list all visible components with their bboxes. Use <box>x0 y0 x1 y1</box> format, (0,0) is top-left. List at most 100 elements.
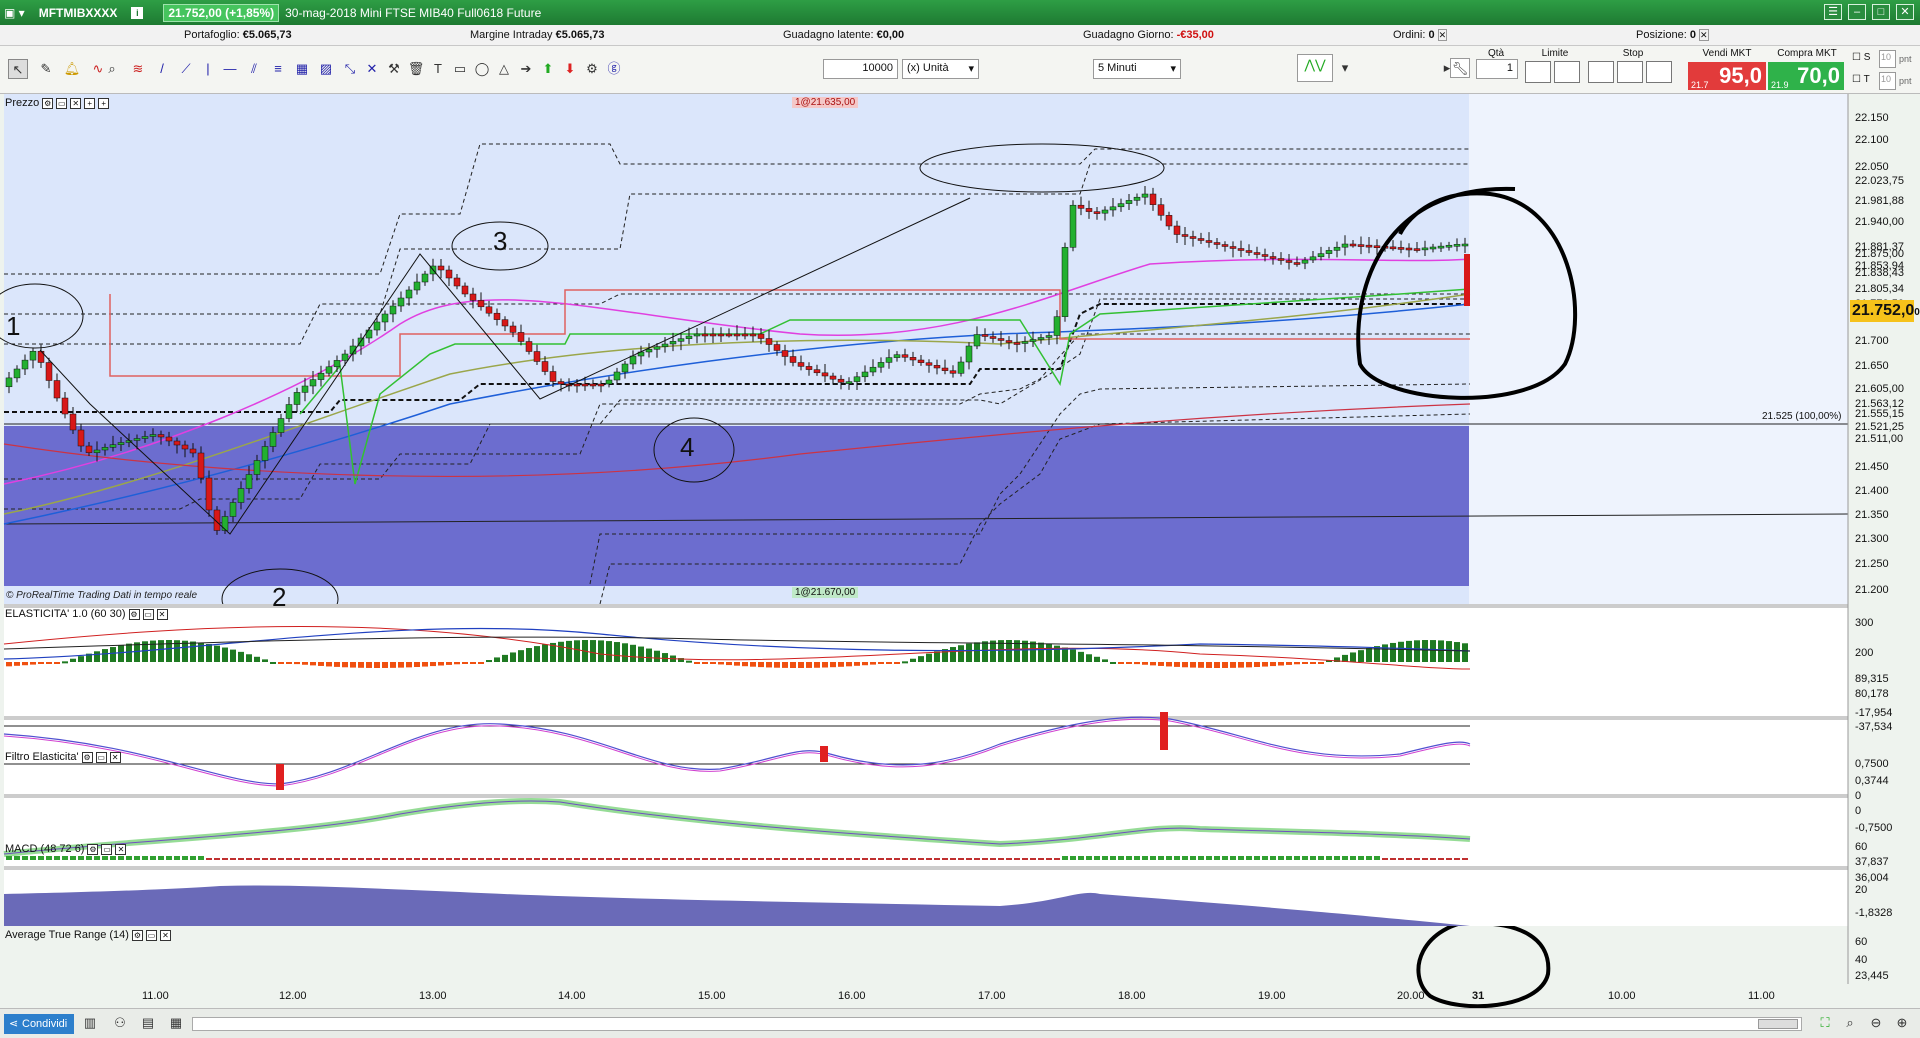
people-icon[interactable]: ⚇ <box>110 1013 130 1033</box>
close-button[interactable]: ✕ <box>1896 4 1914 20</box>
zoom-icon[interactable]: ⌕ <box>102 59 122 79</box>
instrument-symbol[interactable]: MFTMIBXXXX <box>39 6 118 20</box>
arrow-up-icon[interactable]: ⬆ <box>538 59 558 79</box>
pointer-tool-icon[interactable]: ↖ <box>8 59 28 79</box>
candle-body <box>837 378 845 383</box>
s-value-input[interactable]: 10 <box>1879 50 1896 68</box>
arrow-down-icon[interactable]: ⬇ <box>560 59 580 79</box>
posizione-close-icon[interactable]: ✕ <box>1699 29 1709 41</box>
grid-tool-icon[interactable]: ▦ <box>292 59 312 79</box>
scroll-thumb[interactable] <box>1758 1019 1798 1029</box>
wrench-icon[interactable]: ⚙ <box>42 97 54 109</box>
stop-mixed-icon[interactable] <box>1646 61 1672 83</box>
window-icon[interactable]: ▭ <box>56 97 68 109</box>
limit-buy-icon[interactable] <box>1525 61 1551 83</box>
stop-sell-icon[interactable] <box>1617 61 1643 83</box>
magnet-icon[interactable]: ⚒ <box>384 59 404 79</box>
horizontal-line-icon[interactable]: — <box>220 59 240 79</box>
buy-market-button[interactable]: 21.9 70,0 <box>1768 62 1844 90</box>
macd-histogram-bar <box>702 858 708 860</box>
quantity-input[interactable]: 10000 <box>823 59 898 79</box>
timeframe-select[interactable]: 5 Minuti ▾ <box>1093 59 1181 79</box>
maximize-button[interactable]: □ <box>1872 4 1890 20</box>
auto-scale-icon[interactable]: ⛶ <box>1815 1013 1835 1033</box>
elasticita-bar <box>230 649 236 662</box>
indicator-add-icon[interactable]: ▦ <box>166 1013 186 1033</box>
vertical-line-icon[interactable]: | <box>198 59 218 79</box>
strategy-icon[interactable]: ⋀⋁ <box>1297 54 1333 82</box>
unit-select[interactable]: (x) Unità ▾ <box>902 59 979 79</box>
add-icon[interactable]: + <box>84 97 96 109</box>
ordini-close-icon[interactable]: ✕ <box>1437 29 1448 41</box>
gann-icon[interactable]: ▨ <box>316 59 336 79</box>
chart-area[interactable] <box>0 94 1920 1008</box>
close-icon[interactable]: ✕ <box>109 751 121 763</box>
close-icon[interactable]: ✕ <box>70 97 82 109</box>
minimize-button[interactable]: – <box>1848 4 1866 20</box>
trendline-icon[interactable]: / <box>152 59 172 79</box>
alert-bell-icon[interactable]: 🔔︎ <box>62 59 82 79</box>
t-option[interactable]: ☐ T <box>1852 74 1870 85</box>
calculator-icon[interactable]: ▤ <box>138 1013 158 1033</box>
wrench-icon[interactable]: ⚙ <box>81 751 93 763</box>
window-icon[interactable]: ▭ <box>145 929 157 941</box>
text-tool-icon[interactable]: T <box>428 59 448 79</box>
wrench-icon[interactable]: ⚙ <box>128 608 140 620</box>
window-menu-icon[interactable]: ▣ ▾ <box>4 6 25 20</box>
fibonacci-icon[interactable]: ≡ <box>268 59 288 79</box>
s-option[interactable]: ☐ S <box>1852 52 1870 63</box>
ellipse-icon[interactable]: ◯ <box>472 59 492 79</box>
chevron-down-icon[interactable]: ▾ <box>1335 58 1355 78</box>
arrow-right-icon[interactable]: ➔ <box>516 59 536 79</box>
triangle-icon[interactable]: △ <box>494 59 514 79</box>
qta-input[interactable]: 1 <box>1476 59 1518 79</box>
rectangle-icon[interactable]: ▭ <box>450 59 470 79</box>
arrows-icon[interactable]: ⤡ <box>340 59 360 79</box>
close-icon[interactable]: ✕ <box>156 608 168 620</box>
macd-histogram-bar <box>998 858 1004 860</box>
eraser-icon[interactable]: ✎ <box>36 59 56 79</box>
info-icon[interactable]: i <box>131 6 144 19</box>
candle-body <box>1461 243 1469 247</box>
ray-icon[interactable]: ⟋ <box>176 59 196 79</box>
t-value-input[interactable]: 10 <box>1879 72 1896 90</box>
window-icon[interactable]: ▭ <box>142 608 154 620</box>
channel-icon[interactable]: ⫽ <box>244 59 264 79</box>
candle-body <box>53 380 61 399</box>
posizione[interactable]: Posizione: 0 ✕ <box>1636 29 1709 41</box>
stop-label: Stop <box>1622 48 1644 59</box>
wrench-icon[interactable]: 🔧︎ <box>1450 58 1470 78</box>
window-list-icon[interactable]: ☰ <box>1824 4 1842 20</box>
indicator-tool-icon[interactable]: ≋ <box>128 59 148 79</box>
ordini[interactable]: Ordini: 0 ✕ <box>1393 29 1448 41</box>
sell-market-button[interactable]: 21.7 95,0 <box>1688 62 1766 90</box>
candle-body <box>77 429 85 447</box>
zoom-add-icon[interactable]: + <box>98 97 110 109</box>
zoom-fit-icon[interactable]: ⌕ <box>1840 1013 1860 1033</box>
top-order-tag[interactable]: 1@21.635,00 <box>792 97 859 108</box>
close-icon[interactable]: ✕ <box>159 929 171 941</box>
share-button[interactable]: ⋖ Condividi <box>4 1014 74 1034</box>
zoom-out-icon[interactable]: ⊖ <box>1866 1013 1886 1033</box>
window-icon[interactable]: ▭ <box>101 843 113 855</box>
trash-icon[interactable]: 🗑︎ <box>406 59 426 79</box>
candle-body <box>1125 200 1133 204</box>
limite-label: Limite <box>1541 48 1569 59</box>
macd-histogram-bar <box>1398 858 1404 860</box>
limit-sell-icon[interactable] <box>1554 61 1580 83</box>
wrench-icon[interactable]: ⚙ <box>87 843 99 855</box>
stop-buy-icon[interactable] <box>1588 61 1614 83</box>
window-icon[interactable]: ▭ <box>95 751 107 763</box>
script-tool-icon[interactable]: ⓖ <box>604 59 624 79</box>
horizontal-scrollbar[interactable] <box>192 1017 1802 1031</box>
macd-histogram-bar <box>710 858 716 860</box>
zoom-in-icon[interactable]: ⊕ <box>1892 1013 1912 1033</box>
close-icon[interactable]: ✕ <box>115 843 127 855</box>
chart-type-icon[interactable]: ▥ <box>80 1013 100 1033</box>
custom-tool-icon[interactable]: ⚙ <box>582 59 602 79</box>
cross-arrows-icon[interactable]: ✕ <box>362 59 382 79</box>
candle-body <box>1301 259 1309 264</box>
wrench-icon[interactable]: ⚙ <box>131 929 143 941</box>
macd-histogram-bar <box>574 858 580 860</box>
bottom-order-tag[interactable]: 1@21.670,00 <box>792 587 859 598</box>
